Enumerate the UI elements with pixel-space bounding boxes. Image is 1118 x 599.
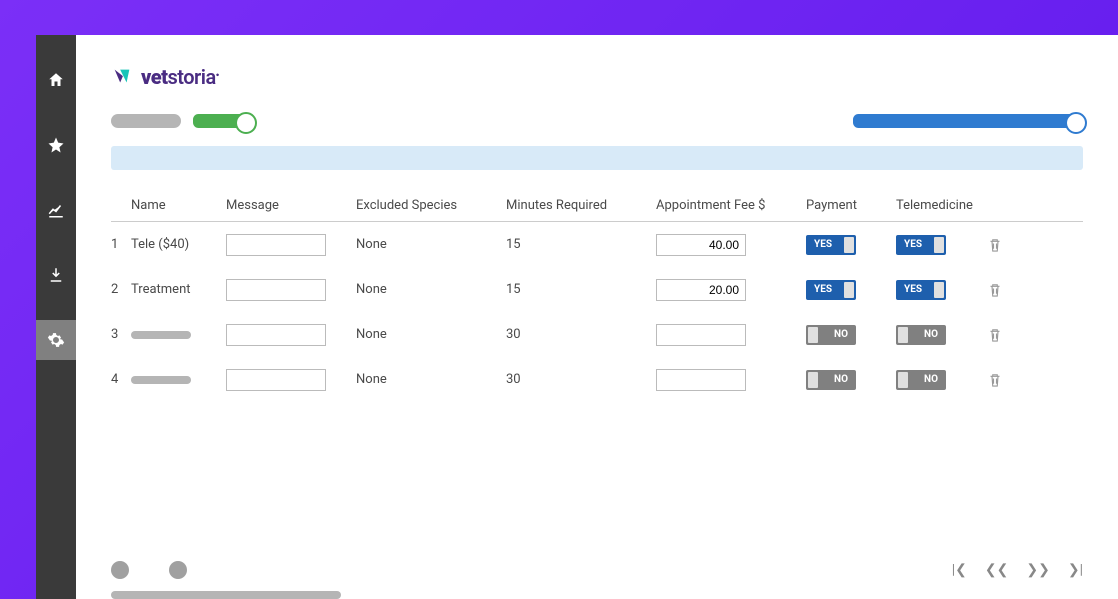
telemedicine-toggle[interactable]: YES [896, 280, 946, 300]
trash-icon [986, 235, 1004, 255]
gear-icon [47, 331, 65, 349]
delete-button[interactable] [986, 370, 1004, 390]
row-name: Tele ($40) [131, 237, 226, 252]
minutes-value: 30 [506, 327, 656, 342]
table-row: 3 None30 NO NO [111, 312, 1083, 357]
telemedicine-toggle[interactable]: YES [896, 235, 946, 255]
appointments-table: Name Message Excluded Species Minutes Re… [111, 198, 1083, 402]
nav-download[interactable] [36, 255, 76, 295]
info-band [111, 146, 1083, 170]
trash-icon [986, 280, 1004, 300]
name-placeholder [131, 376, 191, 384]
download-icon [47, 266, 65, 284]
payment-toggle[interactable]: NO [806, 325, 856, 345]
row-name [131, 331, 226, 339]
fee-input[interactable] [656, 369, 746, 391]
fee-input[interactable] [656, 234, 746, 256]
table-row: 1Tele ($40) None15 YES YES [111, 222, 1083, 267]
row-index: 1 [111, 237, 131, 252]
logo-text: vetstoria● [141, 65, 219, 89]
footer-dot-2[interactable] [169, 561, 187, 579]
fee-input[interactable] [656, 324, 746, 346]
fee-input[interactable] [656, 279, 746, 301]
nav-settings[interactable] [36, 320, 76, 360]
header-payment: Payment [806, 198, 896, 213]
nav-analytics[interactable] [36, 190, 76, 230]
message-input[interactable] [226, 369, 326, 391]
home-icon [47, 71, 65, 89]
excluded-value: None [356, 237, 506, 252]
star-icon [47, 136, 65, 154]
header-excluded: Excluded Species [356, 198, 506, 213]
minutes-value: 30 [506, 372, 656, 387]
logo-icon [111, 66, 133, 88]
message-input[interactable] [226, 234, 326, 256]
message-input[interactable] [226, 324, 326, 346]
payment-toggle[interactable]: YES [806, 235, 856, 255]
row-index: 3 [111, 327, 131, 342]
nav-home[interactable] [36, 60, 76, 100]
delete-button[interactable] [986, 235, 1004, 255]
minutes-value: 15 [506, 282, 656, 297]
payment-toggle[interactable]: NO [806, 370, 856, 390]
pager-next[interactable]: ❯❯ [1026, 562, 1049, 578]
footer-dot-1[interactable] [111, 561, 129, 579]
row-index: 4 [111, 372, 131, 387]
trash-icon [986, 325, 1004, 345]
excluded-value: None [356, 372, 506, 387]
trash-icon [986, 370, 1004, 390]
header-minutes: Minutes Required [506, 198, 656, 213]
row-index: 2 [111, 282, 131, 297]
excluded-value: None [356, 327, 506, 342]
message-input[interactable] [226, 279, 326, 301]
minutes-value: 15 [506, 237, 656, 252]
table-row: 2Treatment None15 YES YES [111, 267, 1083, 312]
excluded-value: None [356, 282, 506, 297]
header-fee: Appointment Fee $ [656, 198, 806, 213]
analytics-icon [47, 201, 65, 219]
bottom-bar [111, 591, 341, 599]
pager: |❮ ❮❮ ❯❯ ❯| [952, 562, 1083, 578]
pager-last[interactable]: ❯| [1068, 562, 1083, 578]
pager-prev[interactable]: ❮❮ [985, 562, 1008, 578]
telemedicine-toggle[interactable]: NO [896, 370, 946, 390]
sidebar [36, 35, 76, 599]
pill-toggle-blue[interactable] [853, 114, 1083, 128]
pill-toggle-green[interactable] [193, 114, 253, 128]
name-placeholder [131, 331, 191, 339]
table-header: Name Message Excluded Species Minutes Re… [111, 198, 1083, 222]
logo: vetstoria● [111, 65, 1083, 89]
footer: |❮ ❮❮ ❯❯ ❯| [111, 561, 1083, 579]
telemedicine-toggle[interactable]: NO [896, 325, 946, 345]
header-message: Message [226, 198, 356, 213]
status-bars [111, 114, 1083, 128]
header-name: Name [131, 198, 226, 213]
header-telemedicine: Telemedicine [896, 198, 986, 213]
payment-toggle[interactable]: YES [806, 280, 856, 300]
main-panel: vetstoria● Name Message Excluded Species… [76, 35, 1118, 599]
pill-gray [111, 114, 181, 128]
delete-button[interactable] [986, 280, 1004, 300]
pager-first[interactable]: |❮ [952, 562, 967, 578]
row-name [131, 376, 226, 384]
delete-button[interactable] [986, 325, 1004, 345]
table-row: 4 None30 NO NO [111, 357, 1083, 402]
nav-favorites[interactable] [36, 125, 76, 165]
row-name: Treatment [131, 282, 226, 297]
